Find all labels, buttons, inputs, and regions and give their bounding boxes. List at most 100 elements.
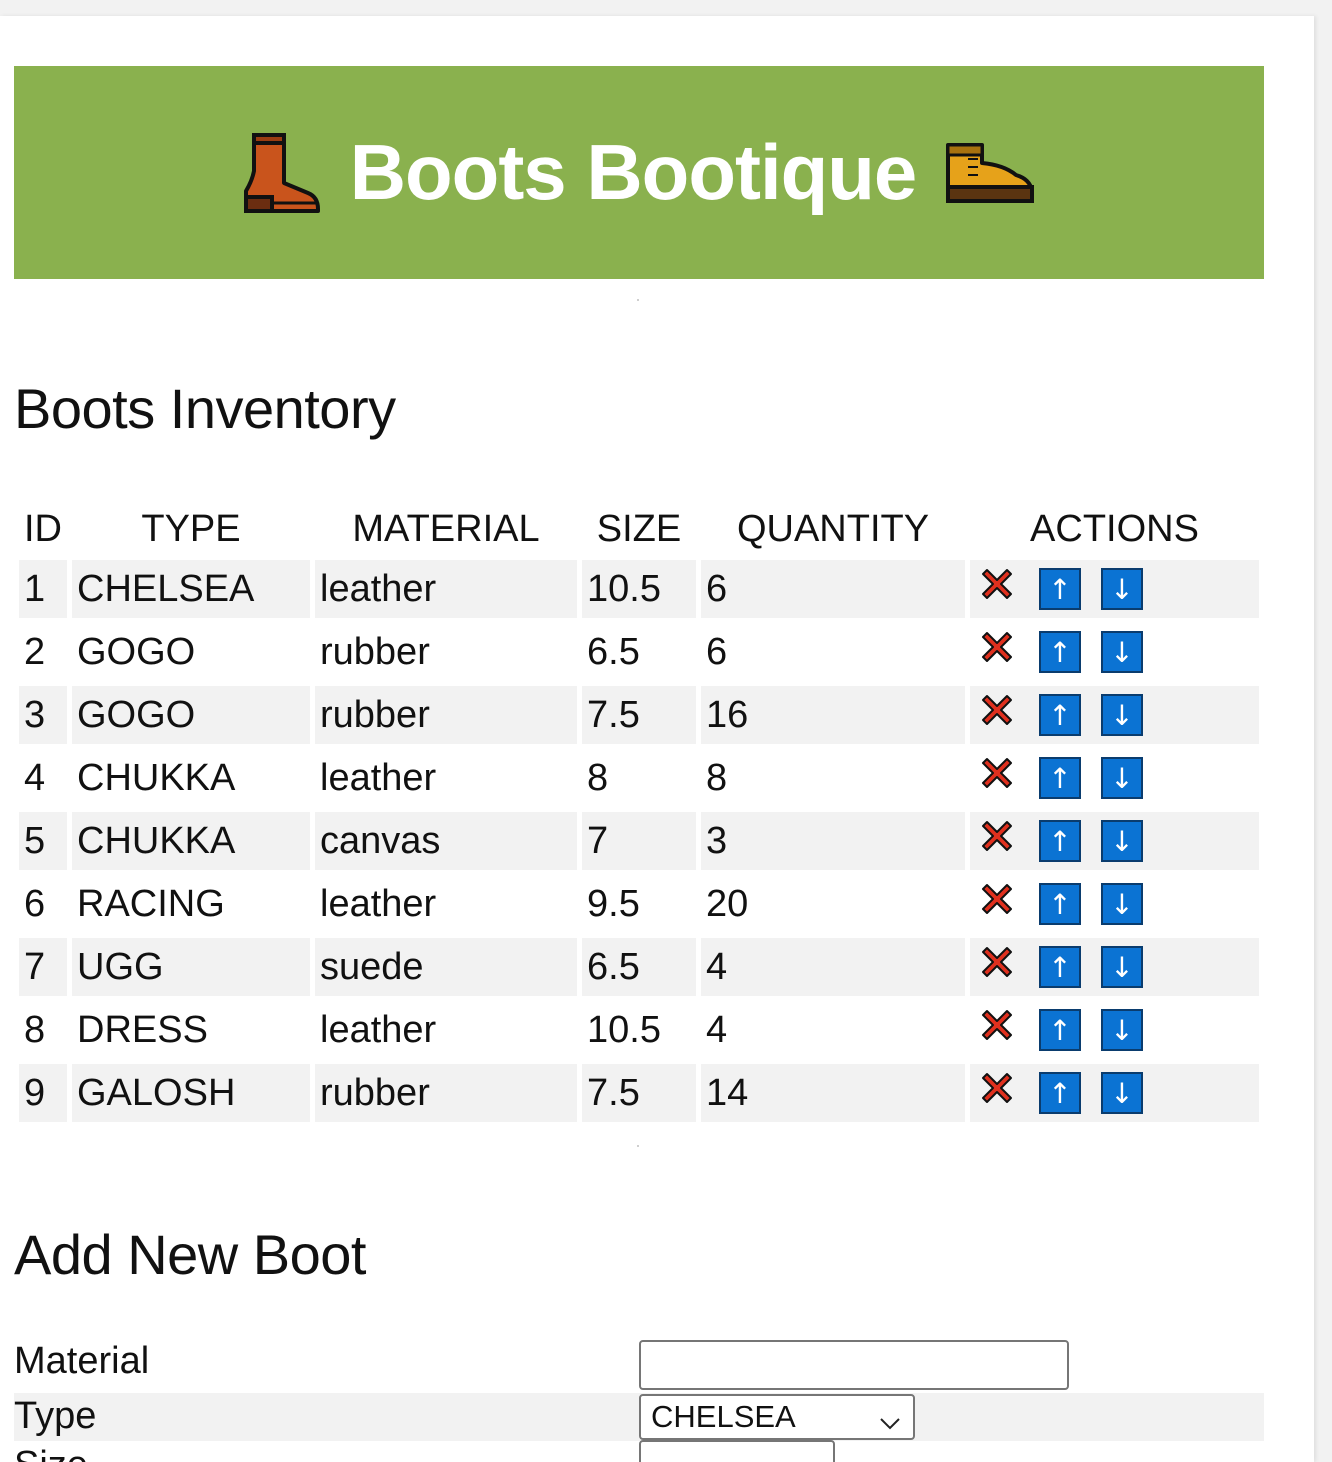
size-input[interactable] bbox=[639, 1440, 835, 1462]
cell-id: 6 bbox=[19, 875, 67, 933]
column-header-size: SIZE bbox=[596, 507, 682, 550]
arrow-down-icon: ↓ bbox=[1110, 698, 1134, 732]
header-banner: Boots Bootique bbox=[14, 66, 1264, 279]
move-down-button[interactable]: ↓ bbox=[1101, 568, 1143, 610]
move-down-button[interactable]: ↓ bbox=[1101, 1072, 1143, 1114]
move-up-button[interactable]: ↑ bbox=[1039, 694, 1081, 736]
cell-material: leather bbox=[315, 560, 577, 618]
move-up-button[interactable]: ↑ bbox=[1039, 757, 1081, 799]
cell-type: GOGO bbox=[72, 623, 310, 681]
add-boot-heading: Add New Boot bbox=[14, 1223, 366, 1286]
move-up-button[interactable]: ↑ bbox=[1039, 631, 1081, 673]
arrow-down-icon: ↓ bbox=[1110, 1076, 1134, 1110]
delete-button[interactable] bbox=[975, 567, 1019, 611]
arrow-up-icon: ↑ bbox=[1048, 950, 1072, 984]
material-input[interactable] bbox=[639, 1340, 1069, 1390]
size-label: Size bbox=[14, 1444, 88, 1462]
cell-type: GOGO bbox=[72, 686, 310, 744]
table-row: 4 CHUKKA leather 8 8 ↑ ↓ bbox=[19, 749, 1259, 807]
arrow-up-icon: ↑ bbox=[1048, 1013, 1072, 1047]
delete-button[interactable] bbox=[975, 756, 1019, 800]
cross-mark-icon bbox=[977, 1068, 1017, 1118]
cell-type: RACING bbox=[72, 875, 310, 933]
table-header-row: ID TYPE MATERIAL SIZE QUANTITY ACTIONS bbox=[19, 503, 1259, 555]
cell-actions: ↑ ↓ bbox=[970, 1001, 1259, 1059]
type-select-value: CHELSEA bbox=[651, 1399, 796, 1434]
move-up-button[interactable]: ↑ bbox=[1039, 946, 1081, 988]
cell-quantity: 8 bbox=[701, 749, 965, 807]
move-down-button[interactable]: ↓ bbox=[1101, 631, 1143, 673]
cell-quantity: 6 bbox=[701, 623, 965, 681]
cell-type: GALOSH bbox=[72, 1064, 310, 1122]
cell-actions: ↑ ↓ bbox=[970, 812, 1259, 870]
column-header-id: ID bbox=[24, 507, 62, 550]
table-row: 3 GOGO rubber 7.5 16 ↑ ↓ bbox=[19, 686, 1259, 744]
cell-id: 1 bbox=[19, 560, 67, 618]
arrow-up-icon: ↑ bbox=[1048, 572, 1072, 606]
move-down-button[interactable]: ↓ bbox=[1101, 883, 1143, 925]
move-down-button[interactable]: ↓ bbox=[1101, 820, 1143, 862]
delete-button[interactable] bbox=[975, 1008, 1019, 1052]
delete-button[interactable] bbox=[975, 1071, 1019, 1115]
arrow-down-icon: ↓ bbox=[1110, 1013, 1134, 1047]
arrow-up-icon: ↑ bbox=[1048, 635, 1072, 669]
delete-button[interactable] bbox=[975, 819, 1019, 863]
delete-button[interactable] bbox=[975, 693, 1019, 737]
cell-size: 6.5 bbox=[582, 938, 696, 996]
table-row: 2 GOGO rubber 6.5 6 ↑ ↓ bbox=[19, 623, 1259, 681]
cell-type: DRESS bbox=[72, 1001, 310, 1059]
arrow-up-icon: ↑ bbox=[1048, 887, 1072, 921]
delete-button[interactable] bbox=[975, 630, 1019, 674]
cell-quantity: 4 bbox=[701, 1001, 965, 1059]
arrow-down-icon: ↓ bbox=[1110, 950, 1134, 984]
cell-material: suede bbox=[315, 938, 577, 996]
page: Boots Bootique Boots Inventory ID TYPE M… bbox=[0, 16, 1314, 1462]
delete-button[interactable] bbox=[975, 882, 1019, 926]
cell-id: 9 bbox=[19, 1064, 67, 1122]
move-up-button[interactable]: ↑ bbox=[1039, 1072, 1081, 1114]
table-row: 5 CHUKKA canvas 7 3 ↑ ↓ bbox=[19, 812, 1259, 870]
cross-mark-icon bbox=[977, 816, 1017, 866]
move-down-button[interactable]: ↓ bbox=[1101, 946, 1143, 988]
column-header-material: MATERIAL bbox=[352, 507, 540, 550]
column-header-quantity: QUANTITY bbox=[736, 507, 930, 550]
cell-type: CHUKKA bbox=[72, 749, 310, 807]
chevron-down-icon bbox=[879, 1406, 901, 1442]
type-select[interactable]: CHELSEA bbox=[639, 1394, 915, 1440]
move-down-button[interactable]: ↓ bbox=[1101, 757, 1143, 799]
move-up-button[interactable]: ↑ bbox=[1039, 1009, 1081, 1051]
cell-quantity: 16 bbox=[701, 686, 965, 744]
cell-actions: ↑ ↓ bbox=[970, 875, 1259, 933]
move-up-button[interactable]: ↑ bbox=[1039, 883, 1081, 925]
move-up-button[interactable]: ↑ bbox=[1039, 820, 1081, 862]
type-label: Type bbox=[14, 1395, 97, 1437]
cell-quantity: 14 bbox=[701, 1064, 965, 1122]
cell-size: 9.5 bbox=[582, 875, 696, 933]
table-row: 1 CHELSEA leather 10.5 6 ↑ ↓ bbox=[19, 560, 1259, 618]
cell-actions: ↑ ↓ bbox=[970, 1064, 1259, 1122]
inventory-heading: Boots Inventory bbox=[14, 377, 396, 440]
cell-quantity: 20 bbox=[701, 875, 965, 933]
cell-size: 6.5 bbox=[582, 623, 696, 681]
table-row: 9 GALOSH rubber 7.5 14 ↑ ↓ bbox=[19, 1064, 1259, 1122]
arrow-up-icon: ↑ bbox=[1048, 824, 1072, 858]
arrow-down-icon: ↓ bbox=[1110, 887, 1134, 921]
cell-quantity: 3 bbox=[701, 812, 965, 870]
cell-id: 8 bbox=[19, 1001, 67, 1059]
cell-type: UGG bbox=[72, 938, 310, 996]
cell-id: 2 bbox=[19, 623, 67, 681]
cross-mark-icon bbox=[977, 564, 1017, 614]
cell-type: CHUKKA bbox=[72, 812, 310, 870]
move-down-button[interactable]: ↓ bbox=[1101, 1009, 1143, 1051]
cell-actions: ↑ ↓ bbox=[970, 686, 1259, 744]
arrow-up-icon: ↑ bbox=[1048, 761, 1072, 795]
move-down-button[interactable]: ↓ bbox=[1101, 694, 1143, 736]
cell-material: leather bbox=[315, 749, 577, 807]
inventory-table: ID TYPE MATERIAL SIZE QUANTITY ACTIONS 1… bbox=[14, 498, 1264, 1127]
cell-size: 7.5 bbox=[582, 686, 696, 744]
move-up-button[interactable]: ↑ bbox=[1039, 568, 1081, 610]
arrow-down-icon: ↓ bbox=[1110, 761, 1134, 795]
cell-id: 7 bbox=[19, 938, 67, 996]
delete-button[interactable] bbox=[975, 945, 1019, 989]
hiking-boot-icon bbox=[944, 141, 1036, 205]
